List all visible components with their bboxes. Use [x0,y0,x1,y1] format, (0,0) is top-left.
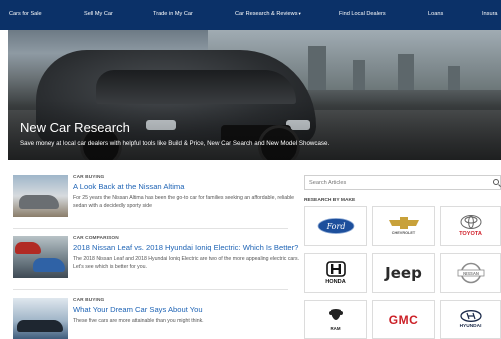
nav-research-label: Car Research & Reviews [235,11,298,17]
nav-insurance[interactable]: Insura [482,11,498,17]
nissan-logo-text: NISSAN [463,271,479,276]
article-description: The 2018 Nissan Leaf and 2018 Hyundai Io… [73,256,300,270]
nav-find-dealers[interactable]: Find Local Dealers [339,11,386,17]
search-input[interactable] [309,178,479,188]
divider [13,228,288,229]
make-tile-ford[interactable]: Ford [304,206,367,246]
make-tile-hyundai[interactable]: HYUNDAI [440,300,501,339]
make-tile-honda[interactable]: HONDA [304,253,367,293]
make-label: GMC [388,312,419,327]
toyota-logo-icon [460,215,481,229]
nav-loans[interactable]: Loans [428,11,443,17]
article-category: CAR COMPARISON [73,236,119,241]
article-title-link[interactable]: A Look Back at the Nissan Altima [73,182,301,191]
make-label: TOYOTA [459,231,482,237]
make-label: HONDA [325,279,346,285]
make-label: CHEVROLET [391,231,416,235]
ford-logo-icon: Ford [317,218,354,234]
article-category: CAR BUYING [73,298,105,303]
hero-subtitle: Save money at local car dealers with hel… [20,140,330,147]
article-title-link[interactable]: What Your Dream Car Says About You [73,305,301,314]
chevrolet-bowtie-icon [388,217,419,229]
make-tile-gmc[interactable]: GMC [372,300,435,339]
article-title-link[interactable]: 2018 Nissan Leaf vs. 2018 Hyundai Ioniq … [73,243,301,252]
ford-logo-text: Ford [325,222,345,231]
research-by-make-heading: RESEARCH BY MAKE [304,198,356,203]
make-label: HYUNDAI [459,324,482,329]
make-label: RAM [330,326,341,331]
make-tile-jeep[interactable]: Jeep [372,253,435,293]
make-label: Jeep [385,264,422,282]
article-thumbnail[interactable] [13,175,68,217]
article-description: These five cars are more attainable than… [73,318,204,324]
chevron-down-icon: ▾ [298,11,301,16]
article-category: CAR BUYING [73,175,105,180]
top-nav: Cars for Sale Sell My Car Trade in My Ca… [0,0,501,30]
article-thumbnail[interactable] [13,236,68,278]
ram-head-icon [328,309,343,320]
nissan-logo-icon: NISSAN [457,262,484,284]
divider [13,289,288,290]
hyundai-logo-icon [459,310,482,322]
search-box[interactable] [304,175,501,190]
nav-research-reviews[interactable]: Car Research & Reviews▾ [235,11,301,17]
article-description: For 25 years the Nissan Altima has been … [73,195,295,209]
nav-cars-for-sale[interactable]: Cars for Sale [9,11,42,17]
make-tile-chevrolet[interactable]: CHEVROLET [372,206,435,246]
nav-sell-my-car[interactable]: Sell My Car [84,11,113,17]
make-tile-toyota[interactable]: TOYOTA [440,206,501,246]
search-icon[interactable] [493,179,499,185]
nav-trade-in[interactable]: Trade in My Car [153,11,193,17]
make-tile-ram[interactable]: RAM [304,300,367,339]
article-thumbnail[interactable] [13,298,68,339]
page-title: New Car Research [20,120,130,135]
honda-logo-icon [325,261,346,277]
make-tile-nissan[interactable]: NISSAN [440,253,501,293]
